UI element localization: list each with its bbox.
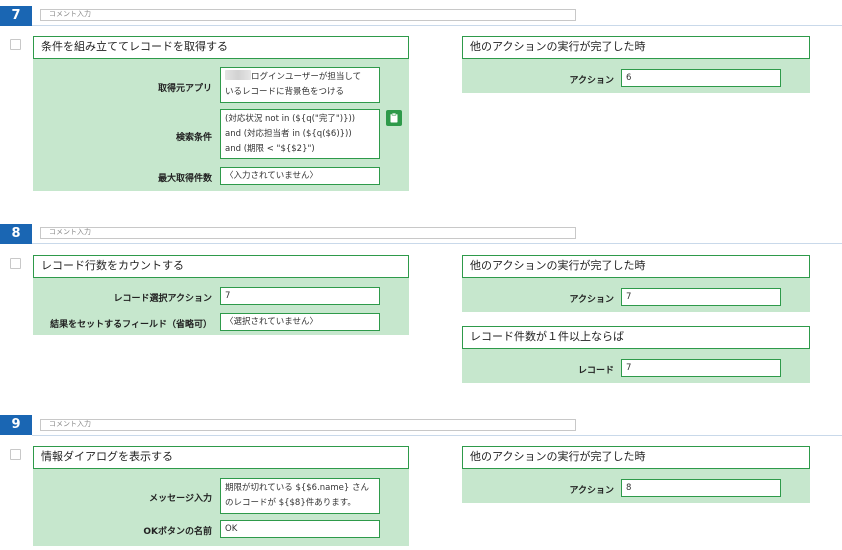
comment-input[interactable]: コメント入力 [40, 9, 576, 21]
field-label-message: メッセージ入力 [149, 494, 212, 504]
step-number: 8 [0, 224, 32, 244]
source-app-line-2: いるレコードに背景色をつける [225, 87, 345, 97]
condition-title[interactable]: レコード件数が１件以上ならば [462, 326, 810, 349]
field-label-result-field: 結果をセットするフィールド（省略可） [50, 320, 212, 330]
record-select-action-field[interactable]: 7 [220, 287, 380, 305]
message-line-2: のレコードが ${$8}件あります。 [225, 498, 356, 508]
field-label-search-condition: 検索条件 [175, 133, 212, 143]
step-number: 9 [0, 415, 32, 435]
message-line-1: 期限が切れている ${$6.name} さん [225, 483, 369, 493]
step-divider [32, 243, 842, 244]
field-label-action: アクション [569, 486, 614, 496]
step-number: 7 [0, 6, 32, 26]
condition-line-2: and (対応担当者 in (${q($6)})) [225, 129, 352, 139]
condition-action-field[interactable]: 8 [621, 479, 781, 497]
step-checkbox[interactable] [10, 258, 21, 269]
condition-line-3: and (期限 < "${$2}") [225, 144, 315, 154]
step-divider [32, 25, 842, 26]
step-checkbox[interactable] [10, 39, 21, 50]
clipboard-icon[interactable] [386, 110, 402, 126]
ok-button-name-field[interactable]: OK [220, 520, 380, 538]
field-label-action: アクション [569, 295, 614, 305]
search-condition-field[interactable]: (対応状況 not in (${q("完了")})) and (対応担当者 in… [220, 109, 380, 159]
step-checkbox[interactable] [10, 449, 21, 460]
field-label-max-records: 最大取得件数 [157, 174, 212, 184]
condition-record-field[interactable]: 7 [621, 359, 781, 377]
comment-input[interactable]: コメント入力 [40, 227, 576, 239]
source-app-field[interactable]: ログインユーザーが担当して いるレコードに背景色をつける [220, 67, 380, 103]
condition-action-field[interactable]: 6 [621, 69, 781, 87]
condition-action-field[interactable]: 7 [621, 288, 781, 306]
step-divider [32, 435, 842, 436]
field-label-source-app: 取得元アプリ [157, 84, 212, 94]
source-app-line-1: ログインユーザーが担当して [251, 72, 362, 82]
message-field[interactable]: 期限が切れている ${$6.name} さん のレコードが ${$8}件あります… [220, 478, 380, 514]
action-title[interactable]: レコード行数をカウントする [33, 255, 409, 278]
comment-input[interactable]: コメント入力 [40, 419, 576, 431]
action-title[interactable]: 条件を組み立ててレコードを取得する [33, 36, 409, 59]
redacted-icon [225, 70, 251, 80]
field-label-action: アクション [569, 76, 614, 86]
action-title[interactable]: 情報ダイアログを表示する [33, 446, 409, 469]
field-label-record: レコード [577, 366, 614, 376]
result-field[interactable]: 〈選択されていません〉 [220, 313, 380, 331]
condition-title[interactable]: 他のアクションの実行が完了した時 [462, 255, 810, 278]
condition-line-1: (対応状況 not in (${q("完了")})) [225, 114, 356, 124]
max-records-field[interactable]: 〈入力されていません〉 [220, 167, 380, 185]
condition-title[interactable]: 他のアクションの実行が完了した時 [462, 36, 810, 59]
condition-title[interactable]: 他のアクションの実行が完了した時 [462, 446, 810, 469]
field-label-ok-button: OKボタンの名前 [143, 527, 212, 537]
field-label-record-select-action: レコード選択アクション [113, 294, 212, 304]
